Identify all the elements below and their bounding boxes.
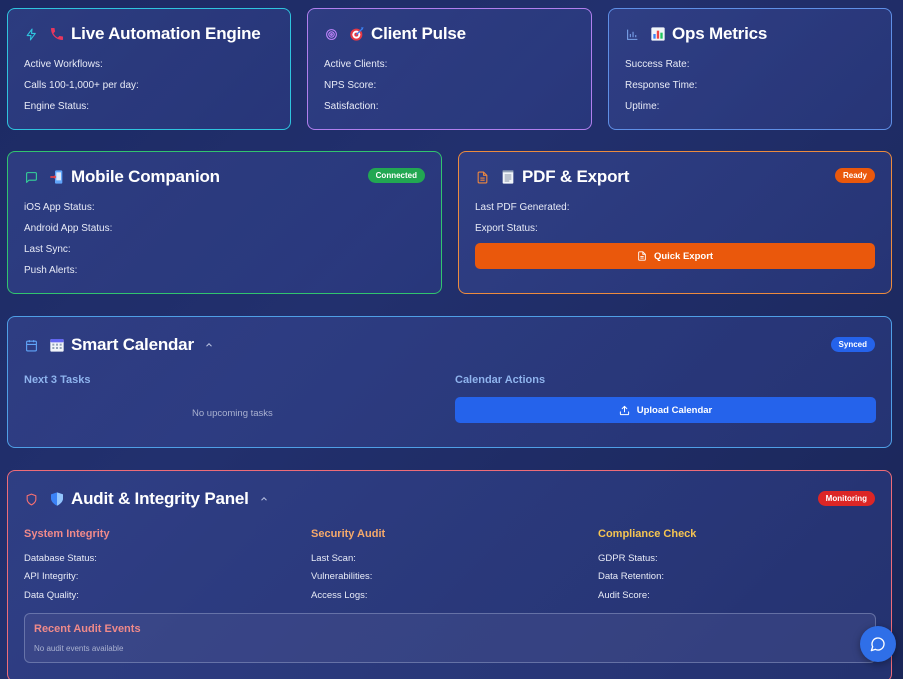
upload-icon [619,405,630,416]
response-time-label: Response Time: [625,80,698,91]
engine-status-label: Engine Status: [24,101,90,112]
last-pdf-generated-label: Last PDF Generated: [475,202,570,213]
monitoring-status-badge: Monitoring [817,491,875,506]
synced-status-badge: Synced [830,337,875,352]
client-pulse-card: Client Pulse Active Clients: NPS Score: … [307,8,592,130]
calendar-actions-heading: Calendar Actions [455,374,546,386]
system-integrity-heading: System Integrity [24,528,110,540]
active-clients-label: Active Clients: [324,59,388,70]
smart-calendar-card: Smart Calendar Synced Next 3 Tasks No up… [7,316,892,448]
client-pulse-header: Client Pulse [324,23,466,45]
automation-header: Live Automation Engine [24,23,261,45]
connected-status-badge: Connected [367,168,425,183]
ready-status-badge: Ready [834,168,875,183]
push-alerts-label: Push Alerts: [24,265,78,276]
phone-icon [48,25,66,43]
calendar-emoji-icon [48,336,66,354]
success-rate-label: Success Rate: [625,59,690,70]
active-workflows-label: Active Workflows: [24,59,103,70]
target-ring-icon [324,27,338,41]
chat-button[interactable] [860,626,896,662]
ops-metrics-header: Ops Metrics [625,23,767,45]
quick-export-button[interactable]: Quick Export [475,243,875,269]
data-retention-label: Data Retention: [598,571,665,582]
security-audit-heading: Security Audit [311,528,386,540]
android-app-status-label: Android App Status: [24,223,113,234]
database-status-label: Database Status: [24,553,97,564]
notepad-icon [499,168,517,186]
quick-export-label: Quick Export [653,250,714,262]
satisfaction-label: Satisfaction: [324,101,379,112]
upload-calendar-button[interactable]: Upload Calendar [455,397,876,423]
client-pulse-title: Client Pulse [371,24,466,43]
pdf-export-title: PDF & Export [522,167,630,186]
calls-per-day-label: Calls 100-1,000+ per day: [24,80,139,91]
api-integrity-label: API Integrity: [24,571,79,582]
shield-icon [24,492,38,506]
audit-collapse-chevron-icon[interactable] [259,494,269,504]
nps-score-label: NPS Score: [324,80,377,91]
mobile-arrow-icon [48,168,66,186]
access-logs-label: Access Logs: [311,590,368,601]
pdf-export-header: PDF & Export [475,166,629,188]
audit-title: Audit & Integrity Panel [71,489,249,508]
ios-app-status-label: iOS App Status: [24,202,95,213]
recent-audit-events-panel: Recent Audit Events No audit events avai… [24,613,876,663]
automation-card: Live Automation Engine Active Workflows:… [7,8,291,130]
pdf-export-card: PDF & Export Ready Last PDF Generated: E… [458,151,892,294]
bar-chart-icon [625,27,639,41]
data-quality-label: Data Quality: [24,590,79,601]
audit-integrity-card: Audit & Integrity Panel Monitoring Syste… [7,470,892,679]
next-tasks-heading: Next 3 Tasks [24,374,91,386]
upload-calendar-label: Upload Calendar [636,404,713,416]
shield-emoji-icon [48,490,66,508]
document-icon [637,251,647,261]
chat-bubble-icon [870,636,886,652]
no-upcoming-tasks-text: No upcoming tasks [192,408,273,419]
audit-score-label: Audit Score: [598,590,650,601]
mobile-companion-card: Mobile Companion Connected iOS App Statu… [7,151,442,294]
export-status-label: Export Status: [475,223,538,234]
recent-audit-events-heading: Recent Audit Events [34,623,141,635]
message-square-icon [24,170,38,184]
audit-header: Audit & Integrity Panel [24,488,269,510]
last-scan-label: Last Scan: [311,553,356,564]
smart-calendar-title: Smart Calendar [71,335,194,354]
dart-target-icon [348,25,366,43]
uptime-label: Uptime: [625,101,660,112]
compliance-check-heading: Compliance Check [598,528,697,540]
last-sync-label: Last Sync: [24,244,71,255]
vulnerabilities-label: Vulnerabilities: [311,571,373,582]
file-icon [475,170,489,184]
lightning-icon [24,27,38,41]
ops-metrics-title: Ops Metrics [672,24,768,43]
mobile-companion-title: Mobile Companion [71,167,220,186]
collapse-chevron-icon[interactable] [204,340,214,350]
calendar-icon [24,338,38,352]
smart-calendar-header: Smart Calendar [24,334,214,356]
ops-metrics-card: Ops Metrics Success Rate: Response Time:… [608,8,892,130]
mobile-companion-header: Mobile Companion [24,166,220,188]
automation-title: Live Automation Engine [71,24,261,43]
chart-emoji-icon [649,25,667,43]
gdpr-status-label: GDPR Status: [598,553,658,564]
no-audit-events-text: No audit events available [34,644,124,653]
